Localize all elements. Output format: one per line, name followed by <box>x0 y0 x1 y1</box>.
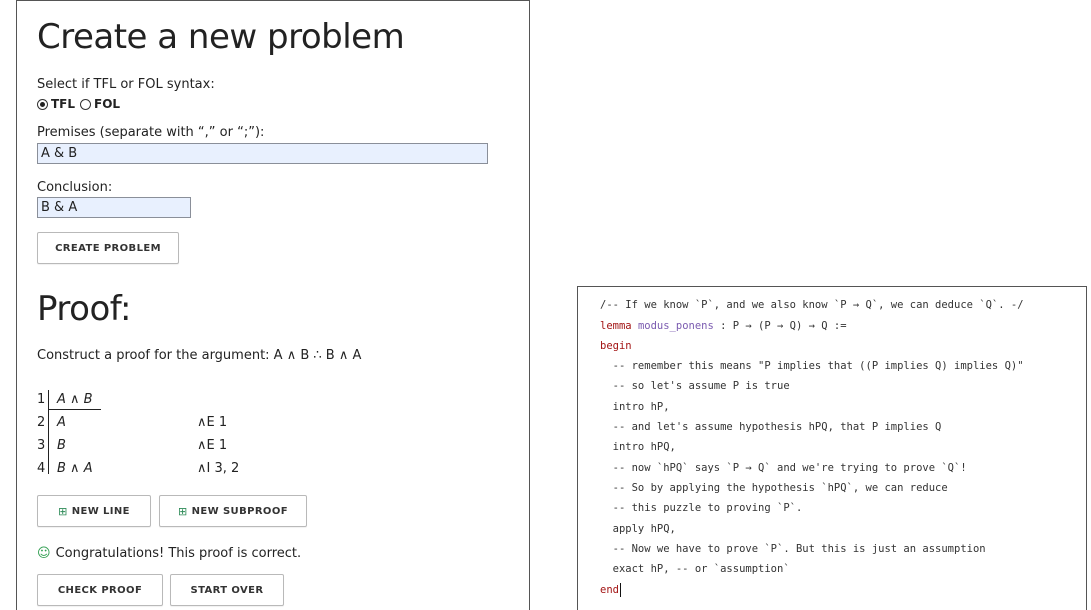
code-line: -- Now we have to prove `P`. But this is… <box>600 543 986 555</box>
code-line: -- now `hPQ` says `P → Q` and we're tryi… <box>600 462 967 474</box>
new-subproof-label: NEW SUBPROOF <box>191 505 288 517</box>
line-justification[interactable]: ∧I 3, 2 <box>197 461 239 476</box>
lemma-name: modus_ponens <box>637 320 714 332</box>
line-formula[interactable]: A ∧ B <box>57 392 93 407</box>
code-line: lemma modus_ponens : P → (P → Q) → Q := <box>600 317 847 335</box>
keyword-end: end <box>600 584 619 596</box>
code-line: intro hP, <box>600 401 670 413</box>
syntax-radio-group: TFL FOL <box>37 97 120 111</box>
new-subproof-button[interactable]: ⊞ NEW SUBPROOF <box>159 495 307 527</box>
create-problem-panel: Create a new problem Select if TFL or FO… <box>16 0 530 610</box>
code-line: -- remember this means "P implies that (… <box>600 360 1024 372</box>
proof-line: 3 B ∧E 1 <box>37 438 337 456</box>
line-number: 1 <box>37 392 46 407</box>
proof-line: 4 B ∧ A ∧I 3, 2 <box>37 461 337 479</box>
proof-instruction: Construct a proof for the argument: A ∧ … <box>37 348 362 363</box>
syntax-label: Select if TFL or FOL syntax: <box>37 77 215 92</box>
create-problem-button[interactable]: CREATE PROBLEM <box>37 232 179 264</box>
radio-fol[interactable] <box>80 98 92 110</box>
code-line: -- this puzzle to proving `P`. <box>600 502 803 514</box>
premises-label: Premises (separate with “,” or “;”): <box>37 125 265 140</box>
proof-status-text: Congratulations! This proof is correct. <box>55 546 302 561</box>
smiley-icon: ☺ <box>37 546 51 561</box>
check-proof-button[interactable]: CHECK PROOF <box>37 574 163 606</box>
line-number: 3 <box>37 438 46 453</box>
proof-title: Proof: <box>37 289 131 329</box>
code-line: begin <box>600 340 632 352</box>
create-title: Create a new problem <box>37 17 405 57</box>
line-number: 2 <box>37 415 46 430</box>
code-line: -- so let's assume P is true <box>600 380 790 392</box>
conclusion-label: Conclusion: <box>37 180 113 195</box>
line-number: 4 <box>37 461 46 476</box>
radio-fol-label: FOL <box>94 97 121 111</box>
proof-line: 1 A ∧ B <box>37 392 337 410</box>
line-justification[interactable]: ∧E 1 <box>197 438 227 453</box>
keyword-lemma: lemma <box>600 320 632 332</box>
new-line-label: NEW LINE <box>71 505 130 517</box>
start-over-button[interactable]: START OVER <box>170 574 284 606</box>
line-formula[interactable]: B ∧ A <box>57 461 93 476</box>
add-line-icon: ⊞ <box>58 504 68 518</box>
proof-status: ☺ Congratulations! This proof is correct. <box>37 546 301 561</box>
code-line: /-- If we know `P`, and we also know `P … <box>600 299 1024 311</box>
line-justification[interactable]: ∧E 1 <box>197 415 227 430</box>
code-line: apply hPQ, <box>600 523 676 535</box>
line-formula[interactable]: A <box>57 415 66 430</box>
lemma-signature: : P → (P → Q) → Q := <box>713 320 847 332</box>
conclusion-input[interactable]: B & A <box>37 197 191 218</box>
radio-tfl[interactable] <box>37 98 48 110</box>
code-line: intro hPQ, <box>600 441 676 453</box>
code-line: exact hP, -- or `assumption` <box>600 563 790 575</box>
proof-line: 2 A ∧E 1 <box>37 415 337 433</box>
add-subproof-icon: ⊞ <box>178 504 188 518</box>
new-line-button[interactable]: ⊞ NEW LINE <box>37 495 151 527</box>
line-formula[interactable]: B <box>57 438 66 453</box>
lean-code-editor[interactable]: /-- If we know `P`, and we also know `P … <box>577 286 1087 610</box>
premises-input[interactable]: A & B <box>37 143 488 164</box>
code-line: -- So by applying the hypothesis `hPQ`, … <box>600 482 948 494</box>
text-cursor <box>619 583 621 597</box>
code-line: end <box>600 581 621 599</box>
radio-tfl-label: TFL <box>51 97 76 111</box>
code-line: -- and let's assume hypothesis hPQ, that… <box>600 421 942 433</box>
